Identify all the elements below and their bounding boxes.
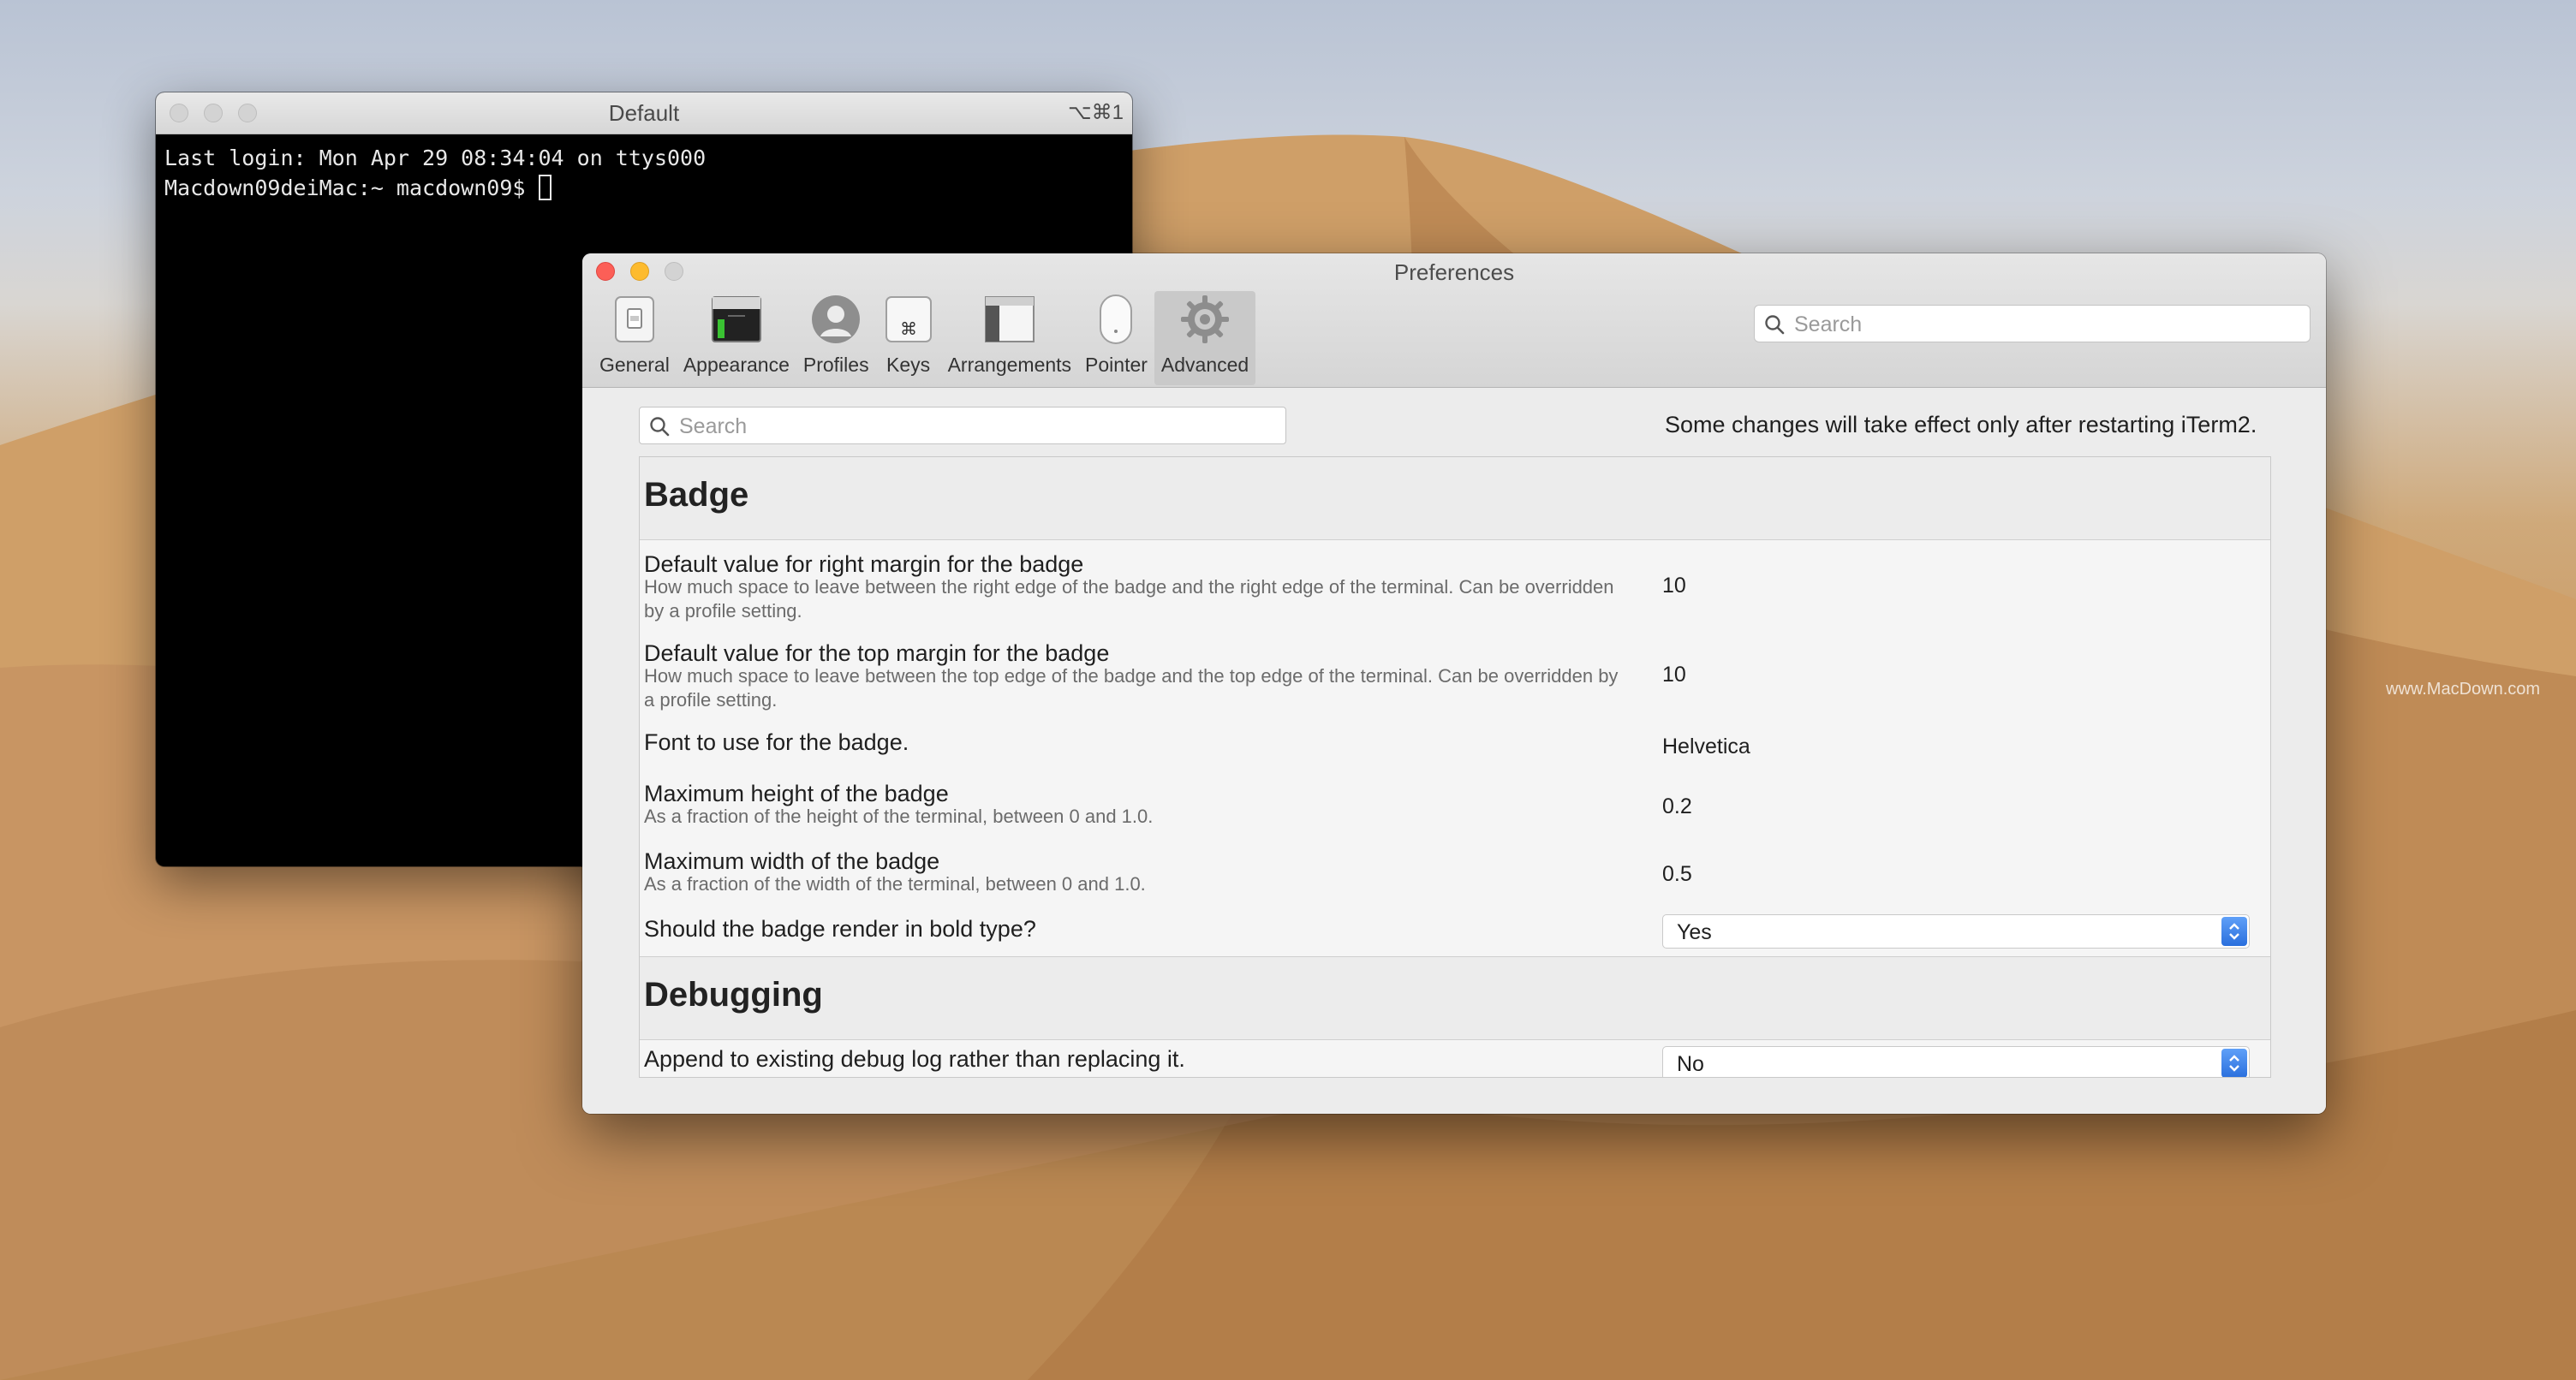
setting-title: Default value for the top margin for the… (644, 640, 1110, 666)
preferences-search-box[interactable] (1754, 305, 2311, 343)
advanced-search-box[interactable] (639, 407, 1286, 445)
tab-general[interactable]: General (593, 291, 677, 385)
window-appearance-icon (711, 294, 762, 345)
tab-pointer[interactable]: Pointer (1078, 291, 1154, 385)
setting-value[interactable]: 10 (1662, 574, 1686, 598)
setting-value[interactable]: 10 (1662, 663, 1686, 687)
setting-title: Maximum width of the badge (644, 848, 940, 874)
advanced-search-input[interactable] (677, 407, 1279, 445)
arrangements-icon (984, 294, 1035, 345)
switch-icon (609, 294, 660, 345)
setting-value[interactable]: 0.5 (1662, 862, 1692, 887)
chevron-updown-icon (2221, 917, 2247, 946)
tab-label: General (599, 354, 670, 376)
setting-title: Font to use for the badge. (644, 729, 909, 755)
gear-icon (1179, 294, 1231, 345)
append-debug-log-select[interactable]: No (1662, 1046, 2250, 1077)
restart-note: Some changes will take effect only after… (1665, 412, 2257, 437)
window-title: Preferences (1393, 259, 1515, 285)
setting-title: Append to existing debug log rather than… (644, 1046, 1185, 1072)
section-heading: Badge (644, 476, 749, 514)
setting-value[interactable]: 0.2 (1662, 794, 1692, 819)
preferences-toolbar-area: Preferences General Appearance Profiles (582, 253, 2326, 388)
profile-avatar-icon (810, 294, 862, 345)
terminal-cursor (538, 175, 552, 200)
section-header-debugging: Debugging (640, 956, 2270, 1040)
tab-profiles[interactable]: Profiles (796, 291, 876, 385)
setting-description: How much space to leave between the top … (644, 665, 1619, 711)
tab-label: Keys (886, 354, 931, 376)
bold-badge-select[interactable]: Yes (1662, 914, 2250, 949)
terminal-output[interactable]: Last login: Mon Apr 29 08:34:04 on ttys0… (156, 134, 1132, 211)
chevron-updown-icon (2221, 1049, 2247, 1077)
search-icon (650, 417, 670, 437)
tab-arrangements[interactable]: Arrangements (941, 291, 1078, 385)
command-key-icon: ⌘ (883, 294, 934, 345)
tab-label: Profiles (802, 354, 869, 376)
advanced-panel: Some changes will take effect only after… (582, 388, 2326, 1114)
tab-label: Pointer (1085, 354, 1148, 376)
terminal-prompt: Macdown09deiMac:~ macdown09$ (164, 175, 539, 200)
setting-value[interactable]: Helvetica (1662, 735, 1750, 759)
terminal-title: Default (608, 100, 680, 126)
terminal-titlebar[interactable]: Default ⌥⌘1 (156, 92, 1132, 134)
setting-title: Maximum height of the badge (644, 781, 949, 806)
setting-description: As a fraction of the width of the termin… (644, 873, 1146, 895)
tab-label: Advanced (1160, 354, 1249, 376)
search-icon (1765, 315, 1785, 335)
terminal-line: Last login: Mon Apr 29 08:34:04 on ttys0… (164, 146, 707, 170)
setting-description: How much space to leave between the righ… (644, 576, 1614, 622)
advanced-settings-table[interactable]: Badge Default value for right margin for… (639, 456, 2271, 1078)
setting-title: Should the badge render in bold type? (644, 916, 1036, 942)
watermark-text: www.MacDown.com (2386, 680, 2541, 699)
preferences-search-input[interactable] (1792, 306, 2303, 343)
mouse-icon (1090, 294, 1142, 345)
tab-label: Appearance (683, 354, 790, 376)
section-header-badge: Badge (640, 457, 2270, 540)
select-value: Yes (1677, 920, 1712, 944)
terminal-shortcut: ⌥⌘1 (1067, 101, 1124, 124)
setting-description: As a fraction of the height of the termi… (644, 806, 1154, 827)
section-heading: Debugging (644, 976, 823, 1014)
tab-label: Arrangements (947, 354, 1072, 376)
setting-title: Default value for right margin for the b… (644, 551, 1084, 577)
select-value: No (1677, 1052, 1704, 1076)
tab-advanced[interactable]: Advanced (1154, 291, 1256, 385)
svg-text:⌘: ⌘ (900, 318, 917, 339)
preferences-window[interactable]: Preferences General Appearance Profiles (582, 253, 2326, 1114)
preferences-toolbar: General Appearance Profiles ⌘ Keys Arran… (593, 291, 1256, 385)
tab-appearance[interactable]: Appearance (677, 291, 796, 385)
tab-keys[interactable]: ⌘ Keys (876, 291, 941, 385)
